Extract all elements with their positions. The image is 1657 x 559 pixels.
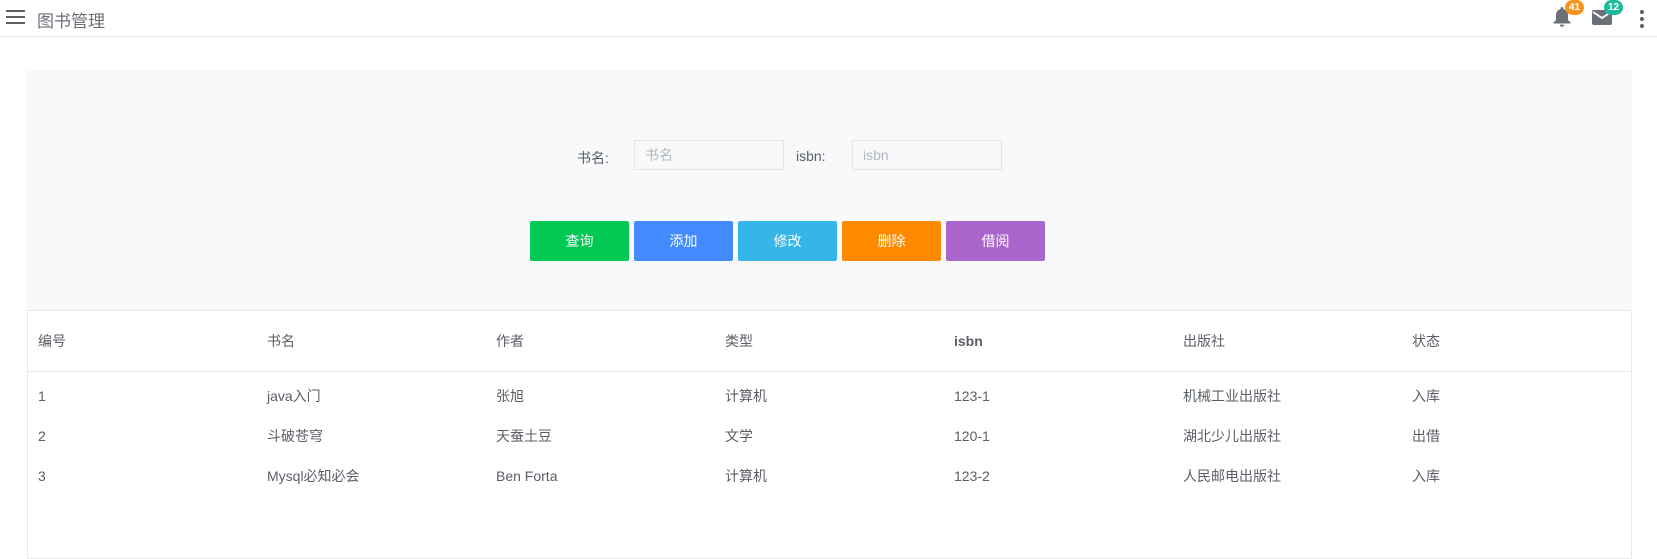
cell-id: 2 bbox=[38, 428, 46, 444]
notifications-badge: 41 bbox=[1565, 0, 1584, 15]
cell-publisher: 湖北少儿出版社 bbox=[1183, 428, 1281, 444]
borrow-button[interactable]: 借阅 bbox=[946, 221, 1045, 261]
cell-isbn: 123-1 bbox=[954, 388, 990, 404]
cell-type: 文学 bbox=[725, 428, 753, 444]
messages-badge: 12 bbox=[1604, 0, 1623, 15]
cell-author: Ben Forta bbox=[496, 468, 558, 484]
cell-type: 计算机 bbox=[725, 388, 767, 404]
cell-author: 天蚕土豆 bbox=[496, 428, 552, 444]
cell-status: 入库 bbox=[1412, 388, 1440, 404]
cell-name: java入门 bbox=[267, 388, 321, 404]
page-title: 图书管理 bbox=[37, 12, 105, 31]
cell-author: 张旭 bbox=[496, 388, 524, 404]
books-table-container: 编号 书名 作者 类型 isbn 出版社 状态 1 java入门 张旭 计算机 … bbox=[27, 310, 1632, 559]
notifications-button[interactable]: 41 bbox=[1552, 0, 1584, 28]
more-vertical-icon[interactable] bbox=[1640, 10, 1644, 28]
book-management-panel: 书名: isbn: 查询 添加 修改 删除 借阅 编号 书名 作者 类型 isb… bbox=[27, 70, 1632, 559]
add-button[interactable]: 添加 bbox=[634, 221, 733, 261]
query-button[interactable]: 查询 bbox=[530, 221, 629, 261]
cell-status: 入库 bbox=[1412, 468, 1440, 484]
cell-type: 计算机 bbox=[725, 468, 767, 484]
book-name-input[interactable] bbox=[634, 140, 784, 170]
cell-name: Mysql必知必会 bbox=[267, 468, 360, 484]
cell-publisher: 人民邮电出版社 bbox=[1183, 468, 1281, 484]
table-row[interactable]: 3 Mysql必知必会 Ben Forta 计算机 123-2 人民邮电出版社 … bbox=[28, 456, 1631, 496]
cell-isbn: 120-1 bbox=[954, 428, 990, 444]
top-bar: 图书管理 41 12 bbox=[0, 0, 1657, 37]
cell-isbn: 123-2 bbox=[954, 468, 990, 484]
table-row[interactable]: 1 java入门 张旭 计算机 123-1 机械工业出版社 入库 bbox=[28, 372, 1631, 417]
column-header-status[interactable]: 状态 bbox=[1402, 311, 1631, 372]
messages-button[interactable]: 12 bbox=[1591, 0, 1623, 28]
table-row[interactable]: 2 斗破苍穹 天蚕土豆 文学 120-1 湖北少儿出版社 出借 bbox=[28, 416, 1631, 456]
cell-status: 出借 bbox=[1412, 428, 1440, 444]
isbn-input[interactable] bbox=[852, 140, 1002, 170]
books-table: 编号 书名 作者 类型 isbn 出版社 状态 1 java入门 张旭 计算机 … bbox=[28, 311, 1631, 496]
cell-id: 1 bbox=[38, 388, 46, 404]
column-header-type[interactable]: 类型 bbox=[715, 311, 944, 372]
cell-publisher: 机械工业出版社 bbox=[1183, 388, 1281, 404]
edit-button[interactable]: 修改 bbox=[738, 221, 837, 261]
cell-id: 3 bbox=[38, 468, 46, 484]
table-header-row: 编号 书名 作者 类型 isbn 出版社 状态 bbox=[28, 311, 1631, 372]
search-form: 书名: isbn: bbox=[27, 140, 1632, 172]
column-header-id[interactable]: 编号 bbox=[28, 311, 257, 372]
column-header-name[interactable]: 书名 bbox=[257, 311, 486, 372]
isbn-label: isbn: bbox=[796, 148, 826, 164]
column-header-isbn[interactable]: isbn bbox=[944, 311, 1173, 372]
column-header-publisher[interactable]: 出版社 bbox=[1173, 311, 1402, 372]
book-name-label: 书名: bbox=[577, 150, 609, 166]
hamburger-icon[interactable] bbox=[6, 10, 25, 24]
column-header-author[interactable]: 作者 bbox=[486, 311, 715, 372]
cell-name: 斗破苍穹 bbox=[267, 428, 323, 444]
delete-button[interactable]: 删除 bbox=[842, 221, 941, 261]
